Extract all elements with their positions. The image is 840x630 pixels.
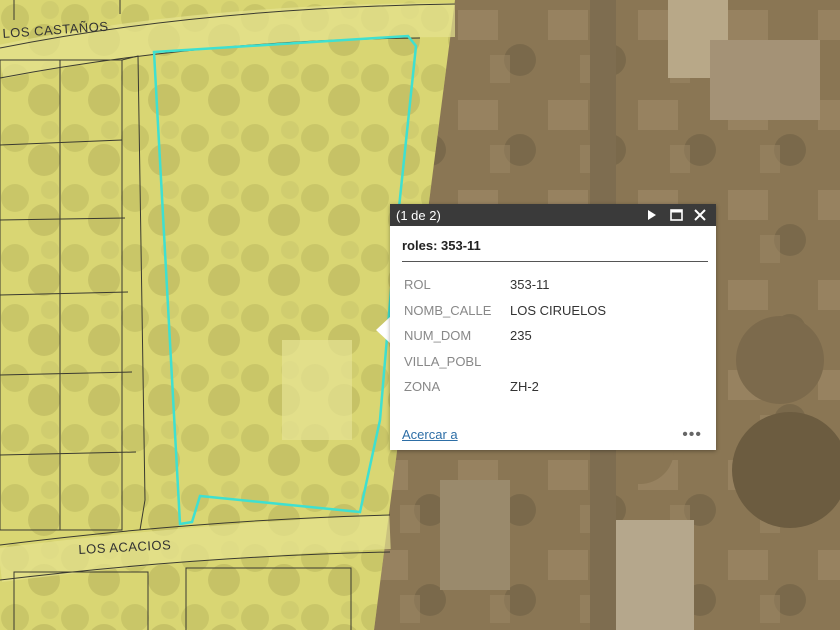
popup-header: (1 de 2) [390, 204, 716, 226]
feature-counter: (1 de 2) [396, 207, 441, 223]
attribute-key: ZONA [404, 379, 441, 395]
attribute-row: VILLA_POBL [404, 349, 606, 375]
popup-title: roles: 353-11 [402, 238, 708, 262]
attribute-value: 353-11 [510, 277, 550, 293]
attribute-row: ROL 353-11 [404, 272, 606, 298]
info-popup: (1 de 2) roles: 353-11 ROL 353-11 NOMB_C… [390, 204, 716, 450]
maximize-icon[interactable] [666, 205, 686, 225]
attribute-value: ZH-2 [510, 379, 539, 395]
attribute-row: NOMB_CALLE LOS CIRUELOS [404, 298, 606, 324]
attribute-row: NUM_DOM 235 [404, 323, 606, 349]
industrial-building-2 [710, 40, 820, 120]
attribute-row: ZONA ZH-2 [404, 374, 606, 400]
attribute-value: LOS CIRUELOS [510, 302, 607, 318]
industrial-building-3 [604, 520, 694, 630]
sports-court [282, 340, 352, 440]
ellipsis-icon[interactable]: ••• [682, 426, 702, 442]
industrial-building-4 [440, 480, 510, 590]
zoom-to-link[interactable]: Acercar a [402, 427, 458, 442]
attribute-key: ROL [404, 277, 431, 293]
storage-tank-1 [736, 316, 824, 404]
popup-footer: Acercar a ••• [402, 426, 702, 442]
attribute-key: VILLA_POBL [404, 353, 482, 369]
attribute-value [510, 349, 606, 375]
popup-pointer [376, 316, 391, 344]
attribute-value: 235 [510, 328, 532, 344]
attribute-table: ROL 353-11 NOMB_CALLE LOS CIRUELOS NUM_D… [404, 272, 606, 400]
attribute-key: NOMB_CALLE [404, 302, 492, 318]
attribute-key: NUM_DOM [404, 328, 472, 344]
play-icon[interactable] [642, 205, 662, 225]
close-icon[interactable] [690, 205, 710, 225]
